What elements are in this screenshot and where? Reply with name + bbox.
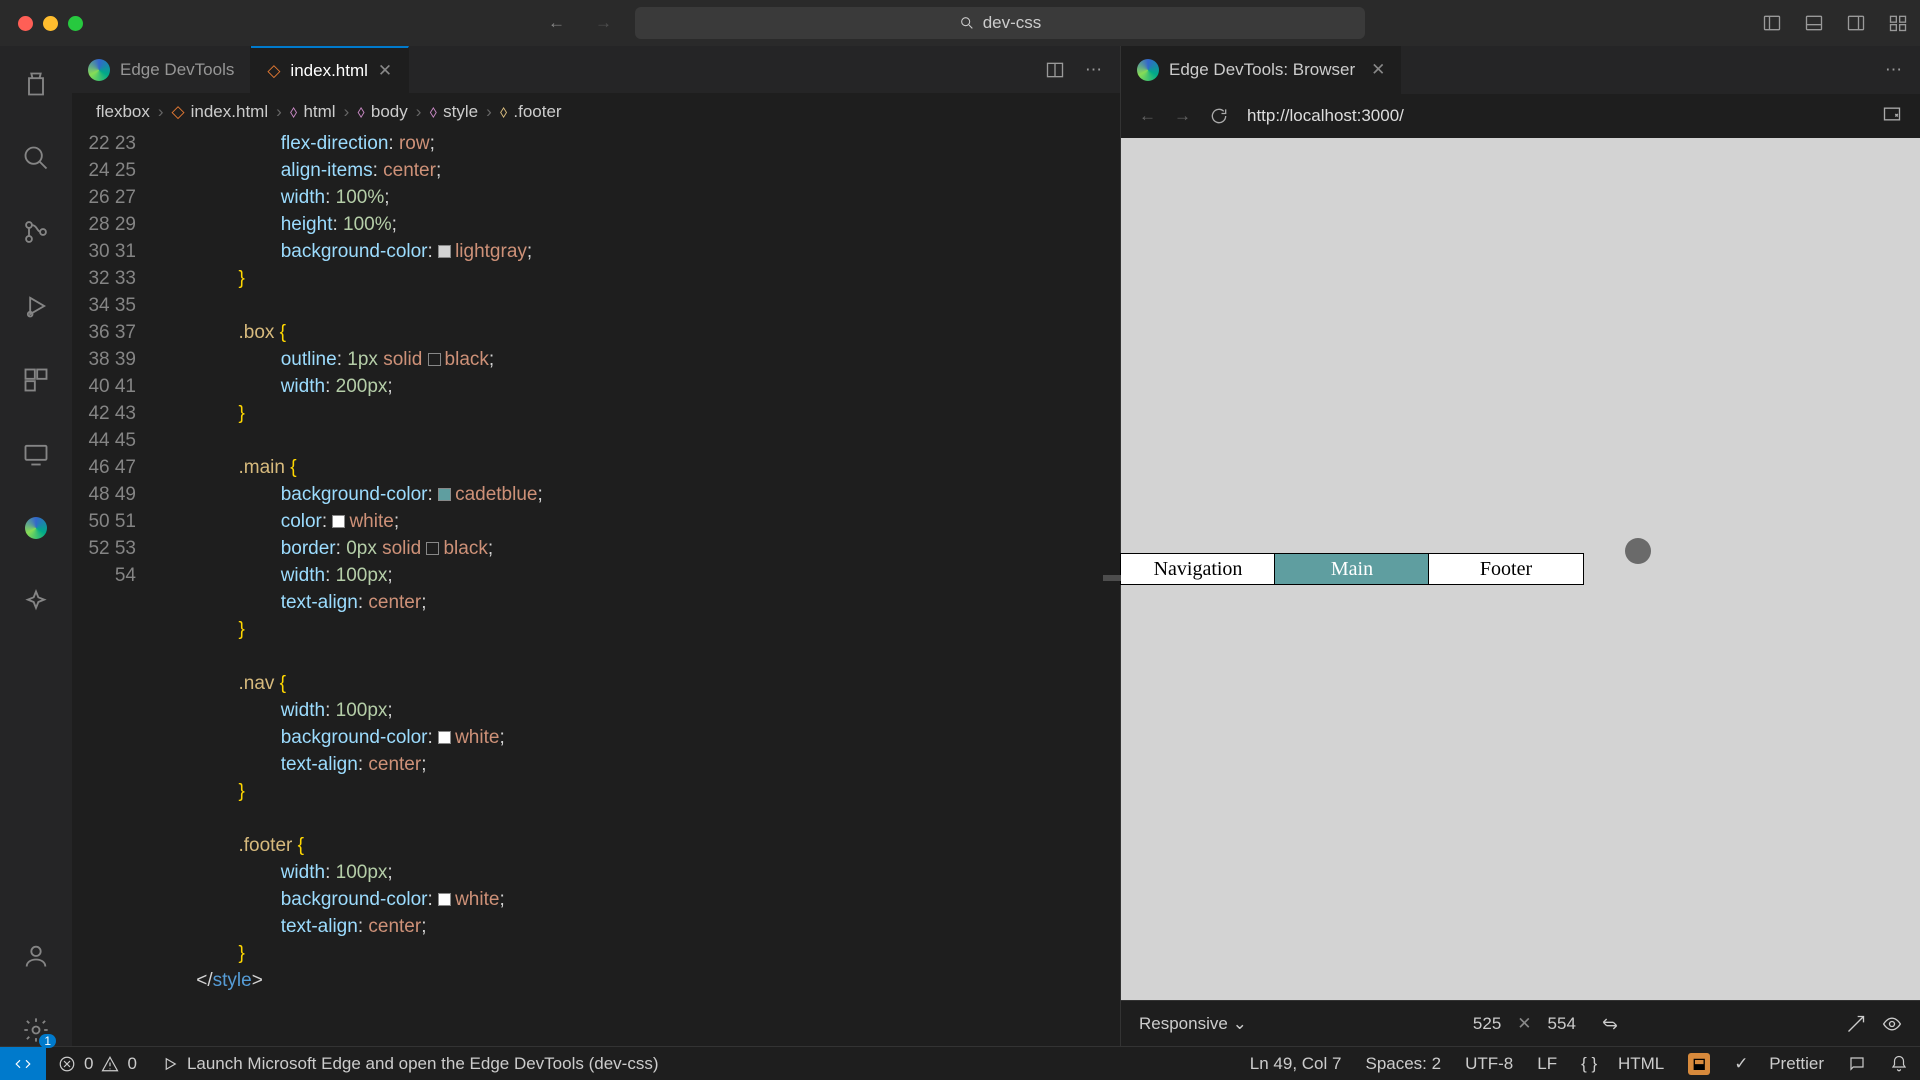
run-debug-icon[interactable]	[20, 290, 52, 322]
browser-forward-icon[interactable]: →	[1174, 106, 1191, 126]
layout-grid-icon[interactable]	[1888, 13, 1908, 33]
source-control-icon[interactable]	[20, 216, 52, 248]
crumb-file: ◇index.html	[172, 102, 269, 122]
tab-edge-devtools[interactable]: Edge DevTools	[72, 46, 251, 93]
sparkle-icon[interactable]	[20, 586, 52, 618]
preview-main-box: Main	[1275, 554, 1429, 584]
tab-browser[interactable]: Edge DevTools: Browser ✕	[1121, 46, 1401, 94]
eol[interactable]: LF	[1525, 1053, 1569, 1075]
close-tab-icon[interactable]: ✕	[1371, 60, 1385, 80]
url-text[interactable]: http://localhost:3000/	[1247, 106, 1404, 126]
browser-url-bar: ← → http://localhost:3000/	[1121, 94, 1920, 138]
tab-label: Edge DevTools	[120, 60, 234, 80]
activity-bar: 1	[0, 46, 72, 1046]
cursor-position[interactable]: Ln 49, Col 7	[1238, 1053, 1354, 1075]
tab-label: Edge DevTools: Browser	[1169, 60, 1355, 80]
prettier-badge[interactable]: ⬓	[1676, 1053, 1722, 1075]
device-select[interactable]: Responsive ⌄	[1139, 1014, 1247, 1034]
nav-forward-icon[interactable]: →	[595, 13, 612, 33]
layout-panel-bottom-icon[interactable]	[1804, 13, 1824, 33]
line-gutter: 22 23 24 25 26 27 28 29 30 31 32 33 34 3…	[72, 130, 154, 1046]
chevron-down-icon: ⌄	[1233, 1014, 1247, 1033]
problems-indicator[interactable]: 0 0	[46, 1054, 149, 1074]
tab-label: index.html	[290, 61, 367, 81]
crumb-body: ⬨body	[357, 102, 408, 122]
crumb-style: ⬨style	[429, 102, 478, 122]
preview-content: Navigation Main Footer	[1121, 554, 1583, 584]
feedback-icon[interactable]	[1836, 1053, 1878, 1075]
cursor-indicator	[1625, 538, 1651, 564]
account-icon[interactable]	[20, 940, 52, 972]
crumb-footer: ⬨.footer	[500, 102, 562, 122]
browser-tabs: Edge DevTools: Browser ✕ ⋯	[1121, 46, 1920, 94]
launch-task[interactable]: Launch Microsoft Edge and open the Edge …	[149, 1054, 671, 1074]
titlebar: ← → dev-css	[0, 0, 1920, 46]
edge-icon	[1137, 59, 1159, 81]
explorer-icon[interactable]	[20, 68, 52, 100]
edge-devtools-icon[interactable]	[20, 512, 52, 544]
rotate-icon[interactable]	[1600, 1014, 1620, 1034]
preview-nav-box: Navigation	[1121, 554, 1275, 584]
debug-icon	[161, 1055, 179, 1073]
crumb-folder: flexbox	[96, 102, 150, 122]
more-actions-icon[interactable]: ⋯	[1085, 60, 1102, 80]
remote-indicator[interactable]	[0, 1047, 46, 1080]
language-mode[interactable]: { } HTML	[1569, 1053, 1676, 1075]
html-file-icon: ◇	[267, 61, 280, 81]
device-toolbar: Responsive ⌄ 525 ✕ 554	[1121, 1000, 1920, 1046]
dimension-separator: ✕	[1517, 1014, 1531, 1034]
settings-gear-icon[interactable]: 1	[20, 1014, 52, 1046]
browser-back-icon[interactable]: ←	[1139, 106, 1156, 126]
notifications-icon[interactable]	[1878, 1053, 1920, 1075]
layout-panel-right-icon[interactable]	[1846, 13, 1866, 33]
command-center[interactable]: dev-css	[635, 7, 1365, 39]
prettier-status[interactable]: ✓ Prettier	[1722, 1053, 1836, 1075]
encoding[interactable]: UTF-8	[1453, 1053, 1525, 1075]
remote-explorer-icon[interactable]	[20, 438, 52, 470]
minimize-window[interactable]	[43, 16, 58, 31]
warning-icon	[101, 1055, 119, 1073]
search-text: dev-css	[983, 13, 1042, 33]
extensions-icon[interactable]	[20, 364, 52, 396]
indentation[interactable]: Spaces: 2	[1353, 1053, 1453, 1075]
search-icon[interactable]	[20, 142, 52, 174]
editor-group: Edge DevTools ◇ index.html ✕ ⋯ flexbox› …	[72, 46, 1120, 1046]
viewport-height[interactable]: 554	[1548, 1014, 1576, 1034]
open-devtools-icon[interactable]	[1882, 104, 1902, 129]
crumb-html: ⬨html	[290, 102, 336, 122]
close-window[interactable]	[18, 16, 33, 31]
breadcrumbs[interactable]: flexbox› ◇index.html› ⬨html› ⬨body› ⬨sty…	[72, 94, 1120, 130]
viewport-width[interactable]: 525	[1473, 1014, 1501, 1034]
browser-panel: Edge DevTools: Browser ✕ ⋯ ← → http://lo…	[1120, 46, 1920, 1046]
window-controls	[0, 16, 83, 31]
eye-icon[interactable]	[1882, 1014, 1902, 1034]
reload-icon[interactable]	[1209, 106, 1229, 126]
screenshot-icon[interactable]	[1846, 1014, 1866, 1034]
status-bar: 0 0 Launch Microsoft Edge and open the E…	[0, 1046, 1920, 1080]
code-editor[interactable]: 22 23 24 25 26 27 28 29 30 31 32 33 34 3…	[72, 130, 1120, 1046]
split-editor-icon[interactable]	[1045, 60, 1065, 80]
preview-footer-box: Footer	[1429, 554, 1583, 584]
resize-handle[interactable]	[1103, 575, 1121, 581]
close-tab-icon[interactable]: ✕	[378, 61, 392, 81]
search-icon	[959, 15, 975, 31]
more-actions-icon[interactable]: ⋯	[1885, 60, 1902, 80]
browser-viewport[interactable]: Navigation Main Footer	[1121, 138, 1920, 1000]
tab-index-html[interactable]: ◇ index.html ✕	[251, 46, 409, 93]
error-icon	[58, 1055, 76, 1073]
maximize-window[interactable]	[68, 16, 83, 31]
editor-tabs: Edge DevTools ◇ index.html ✕ ⋯	[72, 46, 1120, 94]
layout-panel-left-icon[interactable]	[1762, 13, 1782, 33]
edge-icon	[88, 59, 110, 81]
nav-back-icon[interactable]: ←	[548, 13, 565, 33]
code-lines[interactable]: flex-direction: row; align-items: center…	[154, 130, 1120, 1046]
